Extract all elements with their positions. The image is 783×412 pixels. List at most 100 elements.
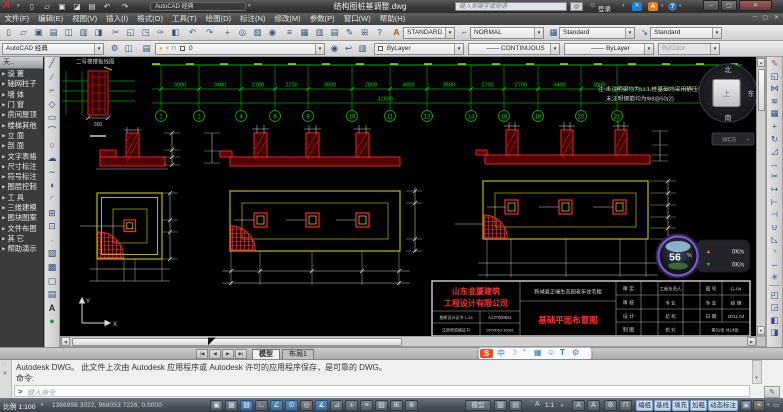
publish-icon[interactable]: ▥ — [77, 26, 90, 39]
move-icon[interactable]: + — [767, 120, 782, 133]
menu-modify[interactable]: 修改(M) — [270, 13, 305, 25]
palette-title[interactable]: 天.. — [0, 57, 43, 69]
menu-insert[interactable]: 插入(I) — [102, 13, 133, 25]
expand-icon[interactable]: ▶ — [2, 205, 5, 211]
bring-to-front-icon[interactable]: ◰ — [767, 289, 782, 302]
menu-view[interactable]: 视图(V) — [68, 13, 102, 25]
dim-style-dropdown-icon[interactable]: ▼ — [534, 28, 543, 38]
quick-view-layouts-icon[interactable]: ▥ — [494, 400, 507, 411]
mleader-style-dropdown-icon[interactable]: ▼ — [712, 28, 721, 38]
qat-undo-icon[interactable]: ↶ — [101, 1, 113, 12]
otrack-toggle[interactable]: ∡ — [315, 400, 328, 411]
send-under-icon[interactable]: ◨ — [767, 326, 782, 339]
send-to-back-icon[interactable]: ◲ — [767, 301, 782, 314]
grid-toggle[interactable]: ▤ — [240, 400, 253, 411]
point-icon[interactable]: ∙ — [45, 234, 59, 248]
command-window[interactable]: ∷ ✕ Autodesk DWG。 此文件上次由 Autodesk 应用程序或 … — [0, 359, 783, 398]
palette-item-section[interactable]: ▶剖 面 — [0, 141, 43, 151]
extend-icon[interactable]: ↦ — [767, 183, 782, 196]
text-style-dropdown-icon[interactable]: ▼ — [445, 28, 454, 38]
palette-item-symbol-annotation[interactable]: ▶符号标注 — [0, 172, 43, 182]
mdi-minimize-button[interactable]: ─ — [753, 14, 757, 20]
table-icon[interactable]: ▤ — [45, 288, 59, 302]
cut-icon[interactable]: ✂ — [109, 26, 122, 39]
expand-icon[interactable]: ▶ — [2, 215, 5, 221]
revision-cloud-icon[interactable]: ☁ — [45, 152, 59, 166]
new-file-icon[interactable]: ▯ — [2, 26, 15, 39]
palette-item-axis-grid[interactable]: ▶轴网柱子 — [0, 79, 43, 89]
vscroll-thumb[interactable] — [758, 69, 765, 111]
qat-redo-icon[interactable]: ↷ — [119, 1, 131, 12]
soft-keyboard-icon[interactable]: ▦ — [534, 348, 542, 357]
qat-open-file-icon[interactable]: ▱ — [41, 1, 53, 12]
qat-plot-icon[interactable]: ▤ — [86, 1, 98, 12]
rotate-icon[interactable]: ↻ — [767, 133, 782, 146]
designcenter-icon[interactable]: ▦ — [298, 26, 311, 39]
quick-calc-icon[interactable]: ⊞ — [358, 26, 371, 39]
a360-icon[interactable]: A — [648, 2, 658, 11]
zoom-realtime-icon[interactable]: ◎ — [236, 26, 249, 39]
layer-freeze-icon[interactable]: ☀ — [164, 46, 169, 52]
ellipse-icon[interactable]: ◖ — [45, 179, 59, 193]
sheet-set-manager-icon[interactable]: ▤ — [328, 26, 341, 39]
tool-palettes-icon[interactable]: ▥ — [313, 26, 326, 39]
skin-icon[interactable]: T — [560, 348, 565, 357]
hatch-icon[interactable]: ▨ — [45, 247, 59, 261]
color-combo[interactable]: ByLayer ▼ — [374, 43, 464, 55]
palette-item-others[interactable]: ▶其 它 — [0, 234, 43, 244]
workspace-switching-icon[interactable]: ⚙ — [604, 400, 617, 411]
tab-layout1[interactable]: 布局1 — [282, 349, 314, 360]
expand-icon[interactable]: ▶ — [2, 123, 5, 129]
palette-item-tools[interactable]: ▶工 具 — [0, 193, 43, 203]
recent-commands-button[interactable]: ✎ — [764, 386, 780, 398]
selection-cycling-toggle[interactable]: ⊕ — [405, 400, 418, 411]
stretch-icon[interactable]: ↔ — [767, 158, 782, 171]
open-file-icon[interactable]: ▱ — [17, 26, 30, 39]
canvas-horizontal-scrollbar[interactable]: ◀ ▶ — [60, 336, 756, 347]
search-icon[interactable]: ◎ — [570, 2, 583, 11]
mdi-restore-button[interactable]: ▢ — [762, 14, 768, 21]
paste-icon[interactable]: ◳ — [139, 26, 152, 39]
workspace-combo[interactable]: AutoCAD 经典 — [150, 2, 246, 11]
dim-style-combo[interactable]: NORMAL▼ — [470, 27, 544, 39]
compass-north-label[interactable]: 北 — [725, 66, 732, 74]
expand-icon[interactable]: ▶ — [2, 195, 5, 201]
chamfer-icon[interactable]: ◺ — [767, 233, 782, 246]
polar-toggle[interactable]: ∠ — [270, 400, 283, 411]
tab-prev-icon[interactable]: ◀ — [209, 349, 221, 359]
help-icon[interactable]: ? — [668, 2, 677, 11]
hscroll-thumb[interactable] — [72, 338, 402, 346]
quick-view-drawings-icon[interactable]: ▤ — [509, 400, 522, 411]
expand-icon[interactable]: ▶ — [2, 226, 5, 232]
palette-item-text-tables[interactable]: ▶文字表格 — [0, 151, 43, 161]
workspace-switch-combo[interactable]: AutoCAD 经典▼ — [2, 43, 104, 55]
expand-icon[interactable]: ▶ — [2, 143, 5, 149]
redo-icon[interactable]: ↷ — [203, 26, 216, 39]
layer-properties-icon[interactable]: ▤ — [140, 42, 153, 55]
command-input[interactable]: > 键入命令 — [14, 385, 750, 397]
fullwidth-icon[interactable]: ☽ — [510, 348, 517, 357]
mdi-close-button[interactable]: ✕ — [774, 14, 779, 21]
infer-toggle[interactable]: ▣ — [210, 400, 223, 411]
layer-lock-icon[interactable]: ⊓ — [172, 46, 177, 52]
clean-screen-icon[interactable]: ▭ — [773, 401, 779, 409]
table-style-dropdown-icon[interactable]: ▼ — [625, 28, 634, 38]
expand-icon[interactable]: ▶ — [2, 154, 5, 160]
osnap-3d-toggle[interactable]: ◎ — [300, 400, 313, 411]
mirror-icon[interactable]: ⋈ — [767, 82, 782, 95]
palette-item-layer-control[interactable]: ▶图层控制 — [0, 182, 43, 192]
osnap-toggle[interactable]: ⊙ — [285, 400, 298, 411]
polygon-icon[interactable]: ◇ — [45, 98, 59, 112]
a360-dropdown-icon[interactable]: ▾ — [661, 3, 664, 9]
layer-dropdown-icon[interactable]: ▼ — [315, 44, 324, 54]
color-dropdown-icon[interactable]: ▼ — [454, 44, 463, 54]
annotation-autoscale-icon[interactable]: A — [587, 400, 600, 411]
match-properties-icon[interactable]: ✑ — [154, 26, 167, 39]
qat-new-file-icon[interactable]: ▯ — [26, 1, 38, 12]
trim-icon[interactable]: ✂ — [767, 170, 782, 183]
mleader-style-combo[interactable]: Standard▼ — [650, 27, 722, 39]
signin-button[interactable]: 登录 — [598, 3, 611, 13]
scroll-down-icon[interactable]: ▼ — [757, 326, 765, 335]
scale-dropdown-icon[interactable]: ▼ — [40, 402, 44, 407]
break-icon[interactable]: ⊣ — [767, 208, 782, 221]
